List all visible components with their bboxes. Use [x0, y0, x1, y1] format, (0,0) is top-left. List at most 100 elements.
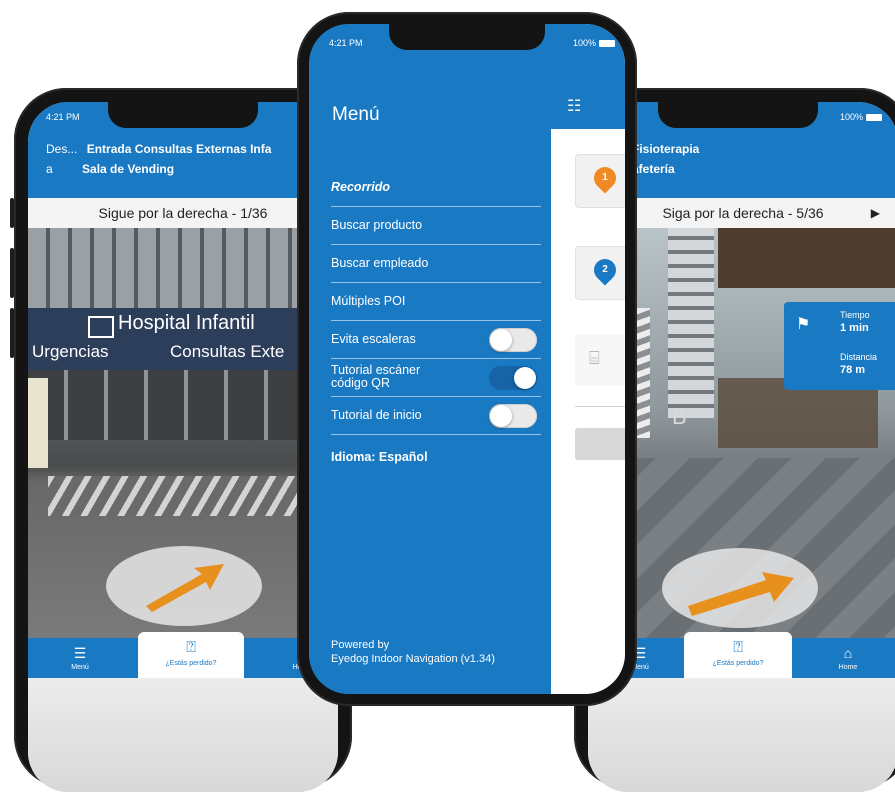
powered-by-line2: Eyedog Indoor Navigation (v1.34) — [331, 653, 495, 665]
battery-text: 100% — [572, 38, 596, 48]
eta-time-value: 1 min — [840, 322, 869, 334]
bottom-nav: ☰ Menú ⍰ ¿Estás perdido? ⌂ Home — [28, 632, 338, 678]
phone-notch — [389, 24, 545, 50]
building-banner: Hospital Infantil Urgencias Consultas Ex… — [28, 308, 338, 370]
building-facade — [28, 228, 338, 308]
powered-by-line1: Powered by — [331, 639, 390, 651]
next-step-icon[interactable]: ▶ — [871, 206, 880, 220]
language-selector[interactable]: Idioma: Español — [331, 450, 428, 464]
side-menu: 4:21 PM Menú Recorrido Buscar producto B… — [309, 24, 551, 694]
instruction-text: Siga por la derecha - 5/36 — [662, 205, 824, 221]
nav-lost-label: ¿Estás perdido? — [165, 660, 217, 667]
divider — [575, 406, 625, 407]
ambulance — [28, 378, 48, 468]
pin-number: 1 — [602, 172, 608, 183]
poi-card[interactable]: 1 — [575, 154, 625, 208]
menu-title: Menú — [332, 104, 380, 125]
menu-icon: ☰ — [73, 645, 87, 661]
left-phone-screen: 4:21 PM 100 Des... Entrada Consultas Ext… — [28, 102, 338, 792]
eta-time-label: Tiempo — [840, 310, 870, 320]
nav-lost[interactable]: ⍰ ¿Estás perdido? — [684, 632, 792, 678]
direction-disc — [662, 548, 818, 628]
nav-home-label: Home — [838, 664, 858, 671]
sign-hospital: Hospital Infantil — [118, 312, 255, 334]
help-search-icon: ⍰ — [733, 639, 743, 656]
main-content-peek: 100% ☷ 1 2 ⌸ — [551, 24, 625, 694]
phone-notch — [108, 102, 258, 128]
sign-urgencias: Urgencias — [32, 342, 109, 361]
toggle-label: Tutorial escáner código QR — [331, 363, 421, 390]
toggle-row-tutorial-inicio: Tutorial de inicio — [331, 396, 541, 435]
pin-orange-icon: 1 — [589, 162, 621, 194]
eta-panel: ⚑ Tiempo 1 min Distancia 78 m — [784, 302, 895, 390]
direction-arrow-icon — [688, 572, 794, 616]
peek-button[interactable] — [575, 428, 625, 460]
powered-by: Powered by Eyedog Indoor Navigation (v1.… — [331, 638, 495, 666]
menu-item-multiples-poi[interactable]: Múltiples POI — [331, 282, 541, 321]
list-toggle-icon[interactable]: ☷ — [567, 96, 581, 116]
menu-item-label: Recorrido — [331, 180, 391, 194]
screen-bottom-area — [28, 678, 338, 792]
poi-card[interactable]: 2 — [575, 246, 625, 300]
glass-column — [668, 228, 714, 418]
street-view-photo: Hospital Infantil Urgencias Consultas Ex… — [28, 228, 338, 638]
wood-ceiling — [718, 228, 895, 288]
menu-item-buscar-producto[interactable]: Buscar producto — [331, 206, 541, 245]
tutorial-qr-toggle[interactable] — [489, 366, 537, 390]
side-button — [10, 198, 14, 228]
direction-arrow-icon — [146, 564, 224, 612]
sign-letter: B — [672, 404, 687, 429]
nav-lost[interactable]: ⍰ ¿Estás perdido? — [138, 632, 244, 678]
route-from-name: Fisioterapia — [632, 142, 700, 156]
center-phone-screen: 4:21 PM Menú Recorrido Buscar producto B… — [309, 24, 625, 694]
nav-menu-label: Menú — [71, 664, 89, 671]
screen-bottom-area — [588, 678, 895, 792]
menu-item-label: Buscar empleado — [331, 256, 429, 270]
toggle-label: Evita escaleras — [331, 332, 416, 346]
nav-home[interactable]: ⌂ Home — [826, 638, 870, 678]
battery-icon — [599, 40, 615, 48]
route-to: a Sala de Vending — [46, 162, 174, 176]
battery-text: 100% — [839, 112, 863, 122]
nav-menu[interactable]: ☰ Menú — [58, 638, 102, 678]
toggle-knob — [514, 367, 536, 389]
route-to-name: Sala de Vending — [82, 162, 175, 176]
eta-distance-value: 78 m — [840, 364, 866, 376]
phone-notch — [658, 102, 818, 128]
eta-distance-label: Distancia — [840, 352, 878, 362]
toggle-knob — [490, 405, 512, 427]
toggle-knob — [490, 329, 512, 351]
instruction-text: Sigue por la derecha - 1/36 — [98, 205, 268, 221]
peek-header: 100% ☷ — [551, 24, 625, 129]
tutorial-inicio-toggle[interactable] — [489, 404, 537, 428]
route-from: Des... Entrada Consultas Externas Infa — [46, 142, 271, 156]
nav-lost-label: ¿Estás perdido? — [712, 660, 764, 667]
pin-blue-icon: 2 — [589, 254, 621, 286]
menu-item-recorrido[interactable]: Recorrido — [331, 168, 541, 207]
status-battery: 100% — [840, 112, 882, 122]
direction-disc — [106, 546, 262, 626]
stairs-card[interactable]: ⌸ — [575, 334, 625, 386]
menu-item-buscar-empleado[interactable]: Buscar empleado — [331, 244, 541, 283]
menu-item-label: Múltiples POI — [331, 294, 406, 308]
side-button — [10, 248, 14, 298]
instruction-bar: Sigue por la derecha - 1/36 — [28, 198, 338, 228]
evita-escaleras-toggle[interactable] — [489, 328, 537, 352]
status-battery: 100% — [573, 38, 615, 48]
route-to-name: afetería — [632, 162, 675, 176]
toggle-label: Tutorial de inicio — [331, 408, 422, 422]
toggle-row-tutorial-qr: Tutorial escáner código QR — [331, 358, 541, 397]
battery-icon — [866, 114, 882, 122]
sign-consultas: Consultas Exte — [170, 342, 285, 361]
route-from-prefix: Des... — [46, 142, 78, 156]
entrance-glass — [28, 370, 338, 440]
route-from-name: Entrada Consultas Externas Infa — [86, 142, 272, 156]
route-to-prefix: a — [46, 162, 53, 176]
help-search-icon: ⍰ — [186, 639, 196, 656]
pin-number: 2 — [602, 264, 608, 275]
road-markings — [48, 476, 308, 516]
hospital-logo-icon — [88, 316, 114, 338]
finish-flag-icon: ⚑ — [796, 316, 811, 333]
home-icon: ⌂ — [843, 645, 853, 661]
stairs-icon: ⌸ — [589, 348, 600, 368]
